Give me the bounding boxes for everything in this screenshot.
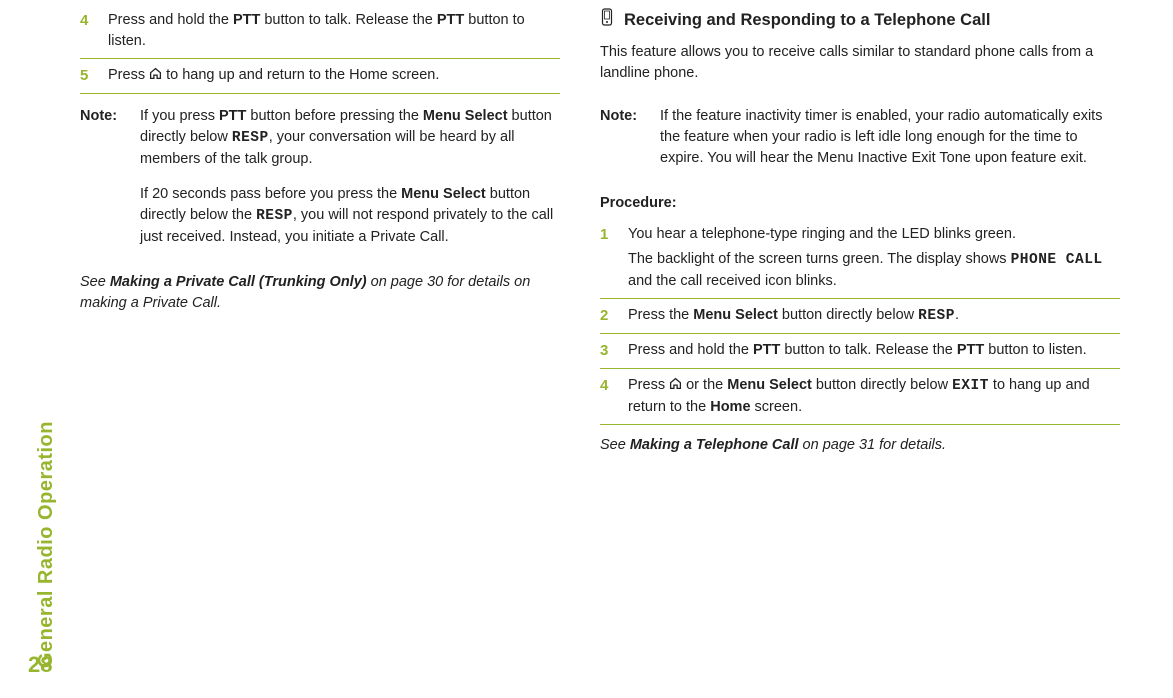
text: If 20 seconds pass before you press the <box>140 186 401 202</box>
text: The backlight of the screen turns green.… <box>628 251 1011 267</box>
step-number: 4 <box>600 375 616 418</box>
note-block: Note: If you press PTT button before pre… <box>80 94 560 262</box>
step-number: 1 <box>600 224 616 292</box>
text-bold: Menu Select <box>727 377 812 393</box>
home-icon <box>149 66 162 87</box>
text-mono: PHONE CALL <box>1011 252 1103 268</box>
text: or the <box>682 377 727 393</box>
step-body: Press the Menu Select button directly be… <box>628 305 1120 327</box>
text: to hang up and return to the Home screen… <box>162 67 439 83</box>
text-bold: PTT <box>957 342 984 358</box>
heading-text: Receiving and Responding to a Telephone … <box>624 9 990 33</box>
step-4: 4 Press and hold the PTT button to talk.… <box>80 4 560 59</box>
step-4: 4 Press or the Menu Select button direct… <box>600 369 1120 425</box>
text-mono: EXIT <box>952 378 989 394</box>
content-columns: 4 Press and hold the PTT button to talk.… <box>80 0 1173 456</box>
text: button to talk. Release the <box>780 342 957 358</box>
procedure-steps: 1 You hear a telephone-type ringing and … <box>600 218 1120 425</box>
text-bold: PTT <box>753 342 780 358</box>
step-5: 5 Press to hang up and return to the Hom… <box>80 59 560 94</box>
text-mono: RESP <box>918 308 955 324</box>
manual-page: General Radio Operation 28 4 Press and h… <box>0 0 1173 698</box>
text: button to listen. <box>984 342 1086 358</box>
procedure-label: Procedure: <box>600 193 1120 214</box>
text-bold-italic: Making a Private Call (Trunking Only) <box>110 274 367 290</box>
text: See <box>80 274 110 290</box>
phone-icon <box>600 8 614 34</box>
text: and the call received icon blinks. <box>628 273 837 289</box>
text: button directly below <box>812 377 952 393</box>
step-body: You hear a telephone-type ringing and th… <box>628 224 1120 292</box>
text-bold: Menu Select <box>693 307 778 323</box>
text-bold: Home <box>710 399 750 415</box>
note-body: If the feature inactivity timer is enabl… <box>660 106 1120 183</box>
step-number: 3 <box>600 340 616 362</box>
text: button directly below <box>778 307 918 323</box>
text: Press <box>628 377 669 393</box>
sidebar: General Radio Operation <box>28 248 64 668</box>
text: If you press <box>140 108 219 124</box>
note-block: Note: If the feature inactivity timer is… <box>600 94 1120 183</box>
note-body: If you press PTT button before pressing … <box>140 106 560 262</box>
text-bold: PTT <box>233 12 260 28</box>
note-label: Note: <box>80 106 128 262</box>
text: See <box>600 437 630 453</box>
note-label: Note: <box>600 106 648 183</box>
text-bold: PTT <box>219 108 246 124</box>
step-body: Press or the Menu Select button directly… <box>628 375 1120 418</box>
text: You hear a telephone-type ringing and th… <box>628 226 1016 242</box>
see-reference: See Making a Telephone Call on page 31 f… <box>600 425 1120 456</box>
text: Press and hold the <box>108 12 233 28</box>
text: . <box>955 307 959 323</box>
step-body: Press and hold the PTT button to talk. R… <box>108 10 560 52</box>
text-mono: RESP <box>232 130 269 146</box>
text-bold: Menu Select <box>401 186 486 202</box>
note-paragraph: If the feature inactivity timer is enabl… <box>660 106 1120 169</box>
note-paragraph: If you press PTT button before pressing … <box>140 106 560 170</box>
step-number: 5 <box>80 65 96 87</box>
section-title: General Radio Operation <box>35 421 58 668</box>
step-body: Press and hold the PTT button to talk. R… <box>628 340 1120 362</box>
text-line: The backlight of the screen turns green.… <box>628 249 1120 292</box>
text: Press the <box>628 307 693 323</box>
intro-text: This feature allows you to receive calls… <box>600 42 1120 84</box>
text-bold: Menu Select <box>423 108 508 124</box>
text: Press and hold the <box>628 342 753 358</box>
text: screen. <box>751 399 803 415</box>
text: button before pressing the <box>246 108 423 124</box>
see-reference: See Making a Private Call (Trunking Only… <box>80 262 560 314</box>
home-icon <box>669 376 682 397</box>
step-number: 2 <box>600 305 616 327</box>
page-number: 28 <box>28 652 52 678</box>
note-paragraph: If 20 seconds pass before you press the … <box>140 184 560 248</box>
left-column: 4 Press and hold the PTT button to talk.… <box>80 4 560 456</box>
step-3: 3 Press and hold the PTT button to talk.… <box>600 334 1120 369</box>
text-bold-italic: Making a Telephone Call <box>630 437 799 453</box>
step-2: 2 Press the Menu Select button directly … <box>600 299 1120 334</box>
text: button to talk. Release the <box>260 12 437 28</box>
section-heading: Receiving and Responding to a Telephone … <box>600 8 1120 34</box>
right-column: Receiving and Responding to a Telephone … <box>600 4 1120 456</box>
text-mono: RESP <box>256 208 293 224</box>
step-number: 4 <box>80 10 96 52</box>
step-body: Press to hang up and return to the Home … <box>108 65 560 87</box>
step-1: 1 You hear a telephone-type ringing and … <box>600 218 1120 299</box>
text-bold: PTT <box>437 12 464 28</box>
text: on page 31 for details. <box>799 437 947 453</box>
text: Press <box>108 67 149 83</box>
